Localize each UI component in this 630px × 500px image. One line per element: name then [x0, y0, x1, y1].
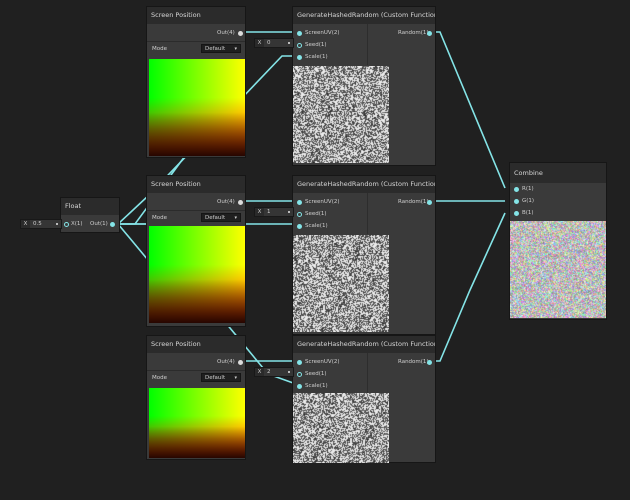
scale-port[interactable]: [297, 384, 302, 389]
screenuv-label: ScreenUV(2): [305, 30, 340, 36]
hash-node-title: GenerateHashedRandom (Custom Function): [293, 7, 435, 24]
random-out-label: Random(1): [398, 359, 429, 365]
hash-random-node[interactable]: GenerateHashedRandom (Custom Function) S…: [292, 335, 436, 463]
seed-value[interactable]: 0: [264, 39, 271, 47]
combine-b-port[interactable]: [514, 211, 519, 216]
random-out-port[interactable]: [427, 360, 432, 365]
screen-position-out-port[interactable]: [238, 31, 243, 36]
seed-value[interactable]: 1: [264, 208, 271, 216]
seed-value[interactable]: 2: [264, 368, 271, 376]
mode-value: Default: [205, 215, 226, 221]
combine-r-port[interactable]: [514, 187, 519, 192]
combine-b-label: B(1): [522, 210, 534, 216]
random-out-port[interactable]: [427, 200, 432, 205]
float-output-port[interactable]: [110, 222, 115, 227]
float-axis-label: X: [21, 220, 30, 228]
scale-label: Scale(1): [305, 223, 328, 229]
screen-position-out-label: Out(4): [217, 359, 235, 365]
wire-hash1-to-combine: [430, 31, 506, 189]
float-input-label: X(1): [71, 221, 83, 227]
combine-g-label: G(1): [522, 198, 535, 204]
screen-position-node[interactable]: Screen Position Out(4) Mode Default ▾: [146, 175, 246, 327]
hash-random-node[interactable]: GenerateHashedRandom (Custom Function) S…: [292, 6, 436, 166]
random-out-port[interactable]: [427, 31, 432, 36]
float-node-title: Float: [61, 198, 119, 215]
mode-label: Mode: [152, 46, 167, 52]
seed-inline-value[interactable]: X2: [254, 367, 294, 377]
screen-position-title: Screen Position: [147, 336, 245, 353]
float-node[interactable]: Float X(1) Out(1): [60, 197, 120, 233]
seed-port[interactable]: [297, 43, 302, 48]
gradient-preview: [149, 388, 245, 458]
noise-preview: [293, 66, 389, 163]
scale-port[interactable]: [297, 55, 302, 60]
seed-inline-dot: [288, 371, 290, 373]
gradient-preview: [149, 59, 245, 156]
scale-label: Scale(1): [305, 54, 328, 60]
hash-node-title: GenerateHashedRandom (Custom Function): [293, 336, 435, 353]
screen-position-node[interactable]: Screen Position Out(4) Mode Default ▾: [146, 335, 246, 460]
screenuv-label: ScreenUV(2): [305, 359, 340, 365]
random-out-label: Random(1): [398, 30, 429, 36]
chevron-down-icon: ▾: [234, 46, 237, 52]
scale-label: Scale(1): [305, 383, 328, 389]
seed-port[interactable]: [297, 372, 302, 377]
seed-axis-label: X: [255, 208, 264, 216]
screen-position-out-port[interactable]: [238, 360, 243, 365]
hash-random-node[interactable]: GenerateHashedRandom (Custom Function) S…: [292, 175, 436, 335]
mode-dropdown[interactable]: Default ▾: [201, 213, 241, 222]
combine-r-label: R(1): [522, 186, 534, 192]
float-inline-value[interactable]: X 0.5: [20, 219, 62, 229]
seed-label: Seed(1): [305, 42, 327, 48]
chevron-down-icon: ▾: [234, 375, 237, 381]
mode-label: Mode: [152, 215, 167, 221]
wire-hash3-to-combine: [430, 212, 506, 362]
combine-node[interactable]: Combine R(1) G(1) B(1): [509, 162, 607, 320]
gradient-preview: [149, 226, 245, 323]
hash-node-title: GenerateHashedRandom (Custom Function): [293, 176, 435, 193]
mode-label: Mode: [152, 375, 167, 381]
screenuv-label: ScreenUV(2): [305, 199, 340, 205]
screen-position-out-port[interactable]: [238, 200, 243, 205]
seed-label: Seed(1): [305, 211, 327, 217]
screen-position-out-label: Out(4): [217, 30, 235, 36]
float-output-label: Out(1): [90, 221, 108, 227]
seed-axis-label: X: [255, 368, 264, 376]
chevron-down-icon: ▾: [234, 215, 237, 221]
scale-port[interactable]: [297, 224, 302, 229]
float-inline-dot: [56, 223, 58, 225]
noise-preview: [293, 393, 389, 463]
mode-value: Default: [205, 375, 226, 381]
combine-g-port[interactable]: [514, 199, 519, 204]
seed-label: Seed(1): [305, 371, 327, 377]
screenuv-port[interactable]: [297, 360, 302, 365]
seed-inline-value[interactable]: X1: [254, 207, 294, 217]
mode-value: Default: [205, 46, 226, 52]
seed-axis-label: X: [255, 39, 264, 47]
screenuv-port[interactable]: [297, 31, 302, 36]
screen-position-title: Screen Position: [147, 7, 245, 24]
seed-inline-value[interactable]: X0: [254, 38, 294, 48]
float-value[interactable]: 0.5: [30, 220, 42, 228]
seed-inline-dot: [288, 42, 290, 44]
seed-inline-dot: [288, 211, 290, 213]
screen-position-node[interactable]: Screen Position Out(4) Mode Default ▾: [146, 6, 246, 158]
float-input-port[interactable]: [64, 222, 69, 227]
random-out-label: Random(1): [398, 199, 429, 205]
color-noise-preview: [510, 221, 606, 318]
screen-position-title: Screen Position: [147, 176, 245, 193]
combine-title: Combine: [510, 163, 606, 183]
screenuv-port[interactable]: [297, 200, 302, 205]
mode-dropdown[interactable]: Default ▾: [201, 44, 241, 53]
noise-preview: [293, 235, 389, 332]
screen-position-out-label: Out(4): [217, 199, 235, 205]
seed-port[interactable]: [297, 212, 302, 217]
mode-dropdown[interactable]: Default ▾: [201, 373, 241, 382]
